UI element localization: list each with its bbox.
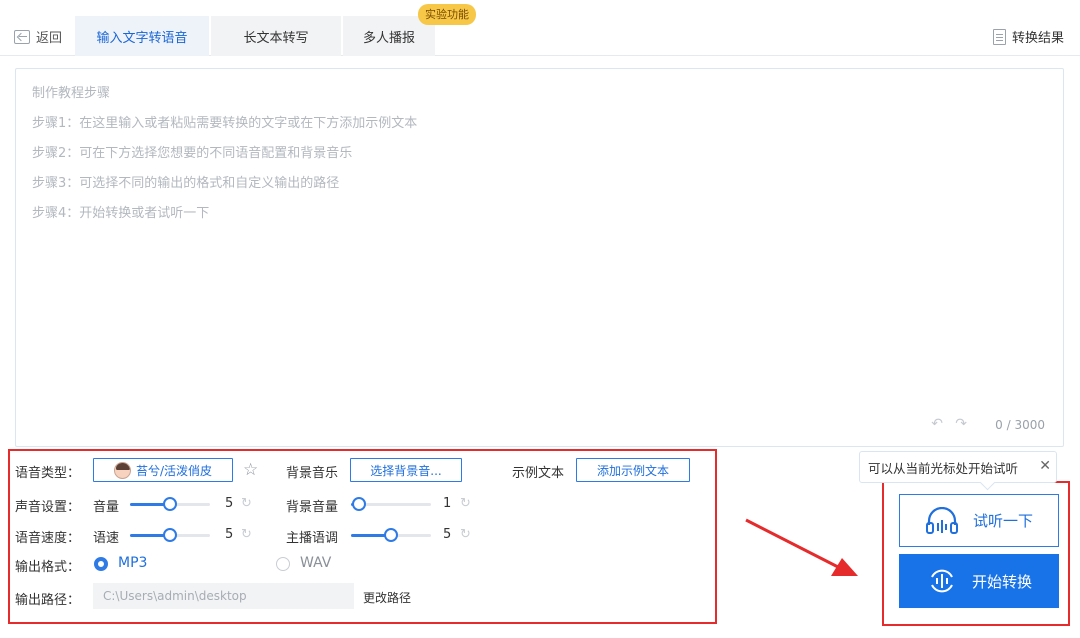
speed-value: 5	[225, 527, 234, 542]
back-button[interactable]: 返回	[14, 27, 62, 46]
tab-label: 长文本转写	[243, 30, 309, 46]
format-radio-wav[interactable]	[276, 557, 290, 571]
pitch-value: 5	[443, 527, 452, 542]
waveform-icon	[931, 569, 953, 593]
reset-icon[interactable]: ↻	[241, 496, 252, 511]
placeholder-line: 步骤3：可选择不同的输出的格式和自定义输出的路径	[32, 176, 340, 191]
back-arrow-icon	[14, 29, 30, 44]
char-counter: 0 / 3000	[995, 418, 1045, 432]
bg-volume-slider[interactable]	[351, 496, 431, 512]
slider-handle[interactable]	[163, 497, 177, 511]
bg-music-label: 背景音乐	[286, 466, 339, 481]
undo-icon[interactable]: ↶	[931, 416, 943, 432]
format-radio-mp3[interactable]	[94, 557, 108, 571]
format-wav-label[interactable]: WAV	[300, 555, 331, 571]
add-sample-text-button[interactable]: 添加示例文本	[576, 458, 690, 482]
output-path-label: 输出路径：	[15, 593, 81, 608]
tab-long-text[interactable]: 长文本转写	[211, 16, 341, 56]
tab-label: 输入文字转语音	[96, 30, 188, 46]
document-icon	[992, 28, 1006, 45]
volume-slider[interactable]	[130, 496, 210, 512]
conversion-result-button[interactable]: 转换结果	[992, 27, 1064, 46]
voice-select-button[interactable]: 苔兮/活泼俏皮	[93, 458, 233, 482]
slider-handle[interactable]	[352, 497, 366, 511]
back-label: 返回	[36, 31, 63, 46]
experimental-badge: 实验功能	[418, 4, 476, 25]
select-bg-music-button[interactable]: 选择背景音...	[350, 458, 462, 482]
tab-label: 多人播报	[362, 30, 415, 46]
placeholder-line: 步骤4：开始转换或者试听一下	[32, 206, 210, 221]
result-label: 转换结果	[1011, 31, 1064, 46]
start-button-label: 开始转换	[971, 572, 1032, 591]
red-arrow-annotation	[745, 518, 858, 576]
volume-label: 音量	[93, 500, 120, 515]
pitch-label: 主播语调	[286, 531, 339, 546]
output-path-field[interactable]	[93, 583, 354, 609]
redo-icon[interactable]: ↷	[955, 416, 967, 432]
reset-icon[interactable]: ↻	[241, 527, 252, 542]
bg-volume-value: 1	[443, 496, 452, 511]
avatar	[113, 461, 131, 479]
voice-type-label: 语音类型：	[15, 466, 81, 481]
pitch-slider[interactable]	[351, 527, 431, 543]
slider-handle[interactable]	[163, 528, 177, 542]
output-format-label: 输出格式：	[15, 560, 81, 575]
voice-name: 苔兮/活泼俏皮	[135, 463, 213, 478]
bg-volume-label: 背景音量	[286, 500, 339, 515]
placeholder-line: 步骤2：可在下方选择您想要的不同语音配置和背景音乐	[32, 146, 353, 161]
tooltip-text: 可以从当前光标处开始试听	[868, 460, 1019, 476]
slider-handle[interactable]	[384, 528, 398, 542]
star-icon[interactable]: ☆	[243, 460, 258, 480]
sample-text-label: 示例文本	[512, 466, 565, 481]
headphones-icon	[925, 506, 958, 534]
close-icon[interactable]: ✕	[1039, 458, 1051, 474]
listen-button[interactable]: 试听一下	[899, 494, 1059, 547]
reset-icon[interactable]: ↻	[460, 496, 471, 511]
tab-text-to-speech[interactable]: 输入文字转语音	[75, 16, 209, 56]
listen-tooltip: 可以从当前光标处开始试听 ✕	[859, 451, 1057, 483]
editor-placeholder: 制作教程步骤 步骤1：在这里输入或者粘贴需要转换的文字或在下方添加示例文本 步骤…	[32, 85, 417, 235]
reset-icon[interactable]: ↻	[460, 527, 471, 542]
sound-settings-label: 声音设置：	[15, 500, 81, 515]
top-bar: 返回 输入文字转语音 长文本转写 多人播报 实验功能 转换结果	[0, 0, 1080, 56]
placeholder-line: 制作教程步骤	[32, 86, 111, 101]
volume-value: 5	[225, 496, 234, 511]
speed-slider[interactable]	[130, 527, 210, 543]
format-mp3-label[interactable]: MP3	[118, 555, 147, 571]
change-path-button[interactable]: 更改路径	[363, 589, 411, 606]
text-editor[interactable]: 制作教程步骤 步骤1：在这里输入或者粘贴需要转换的文字或在下方添加示例文本 步骤…	[15, 68, 1064, 447]
speech-speed-label: 语音速度：	[15, 531, 81, 546]
listen-button-label: 试听一下	[972, 512, 1033, 530]
start-conversion-button[interactable]: 开始转换	[899, 554, 1059, 608]
speed-label: 语速	[93, 531, 120, 546]
placeholder-line: 步骤1：在这里输入或者粘贴需要转换的文字或在下方添加示例文本	[32, 116, 418, 131]
